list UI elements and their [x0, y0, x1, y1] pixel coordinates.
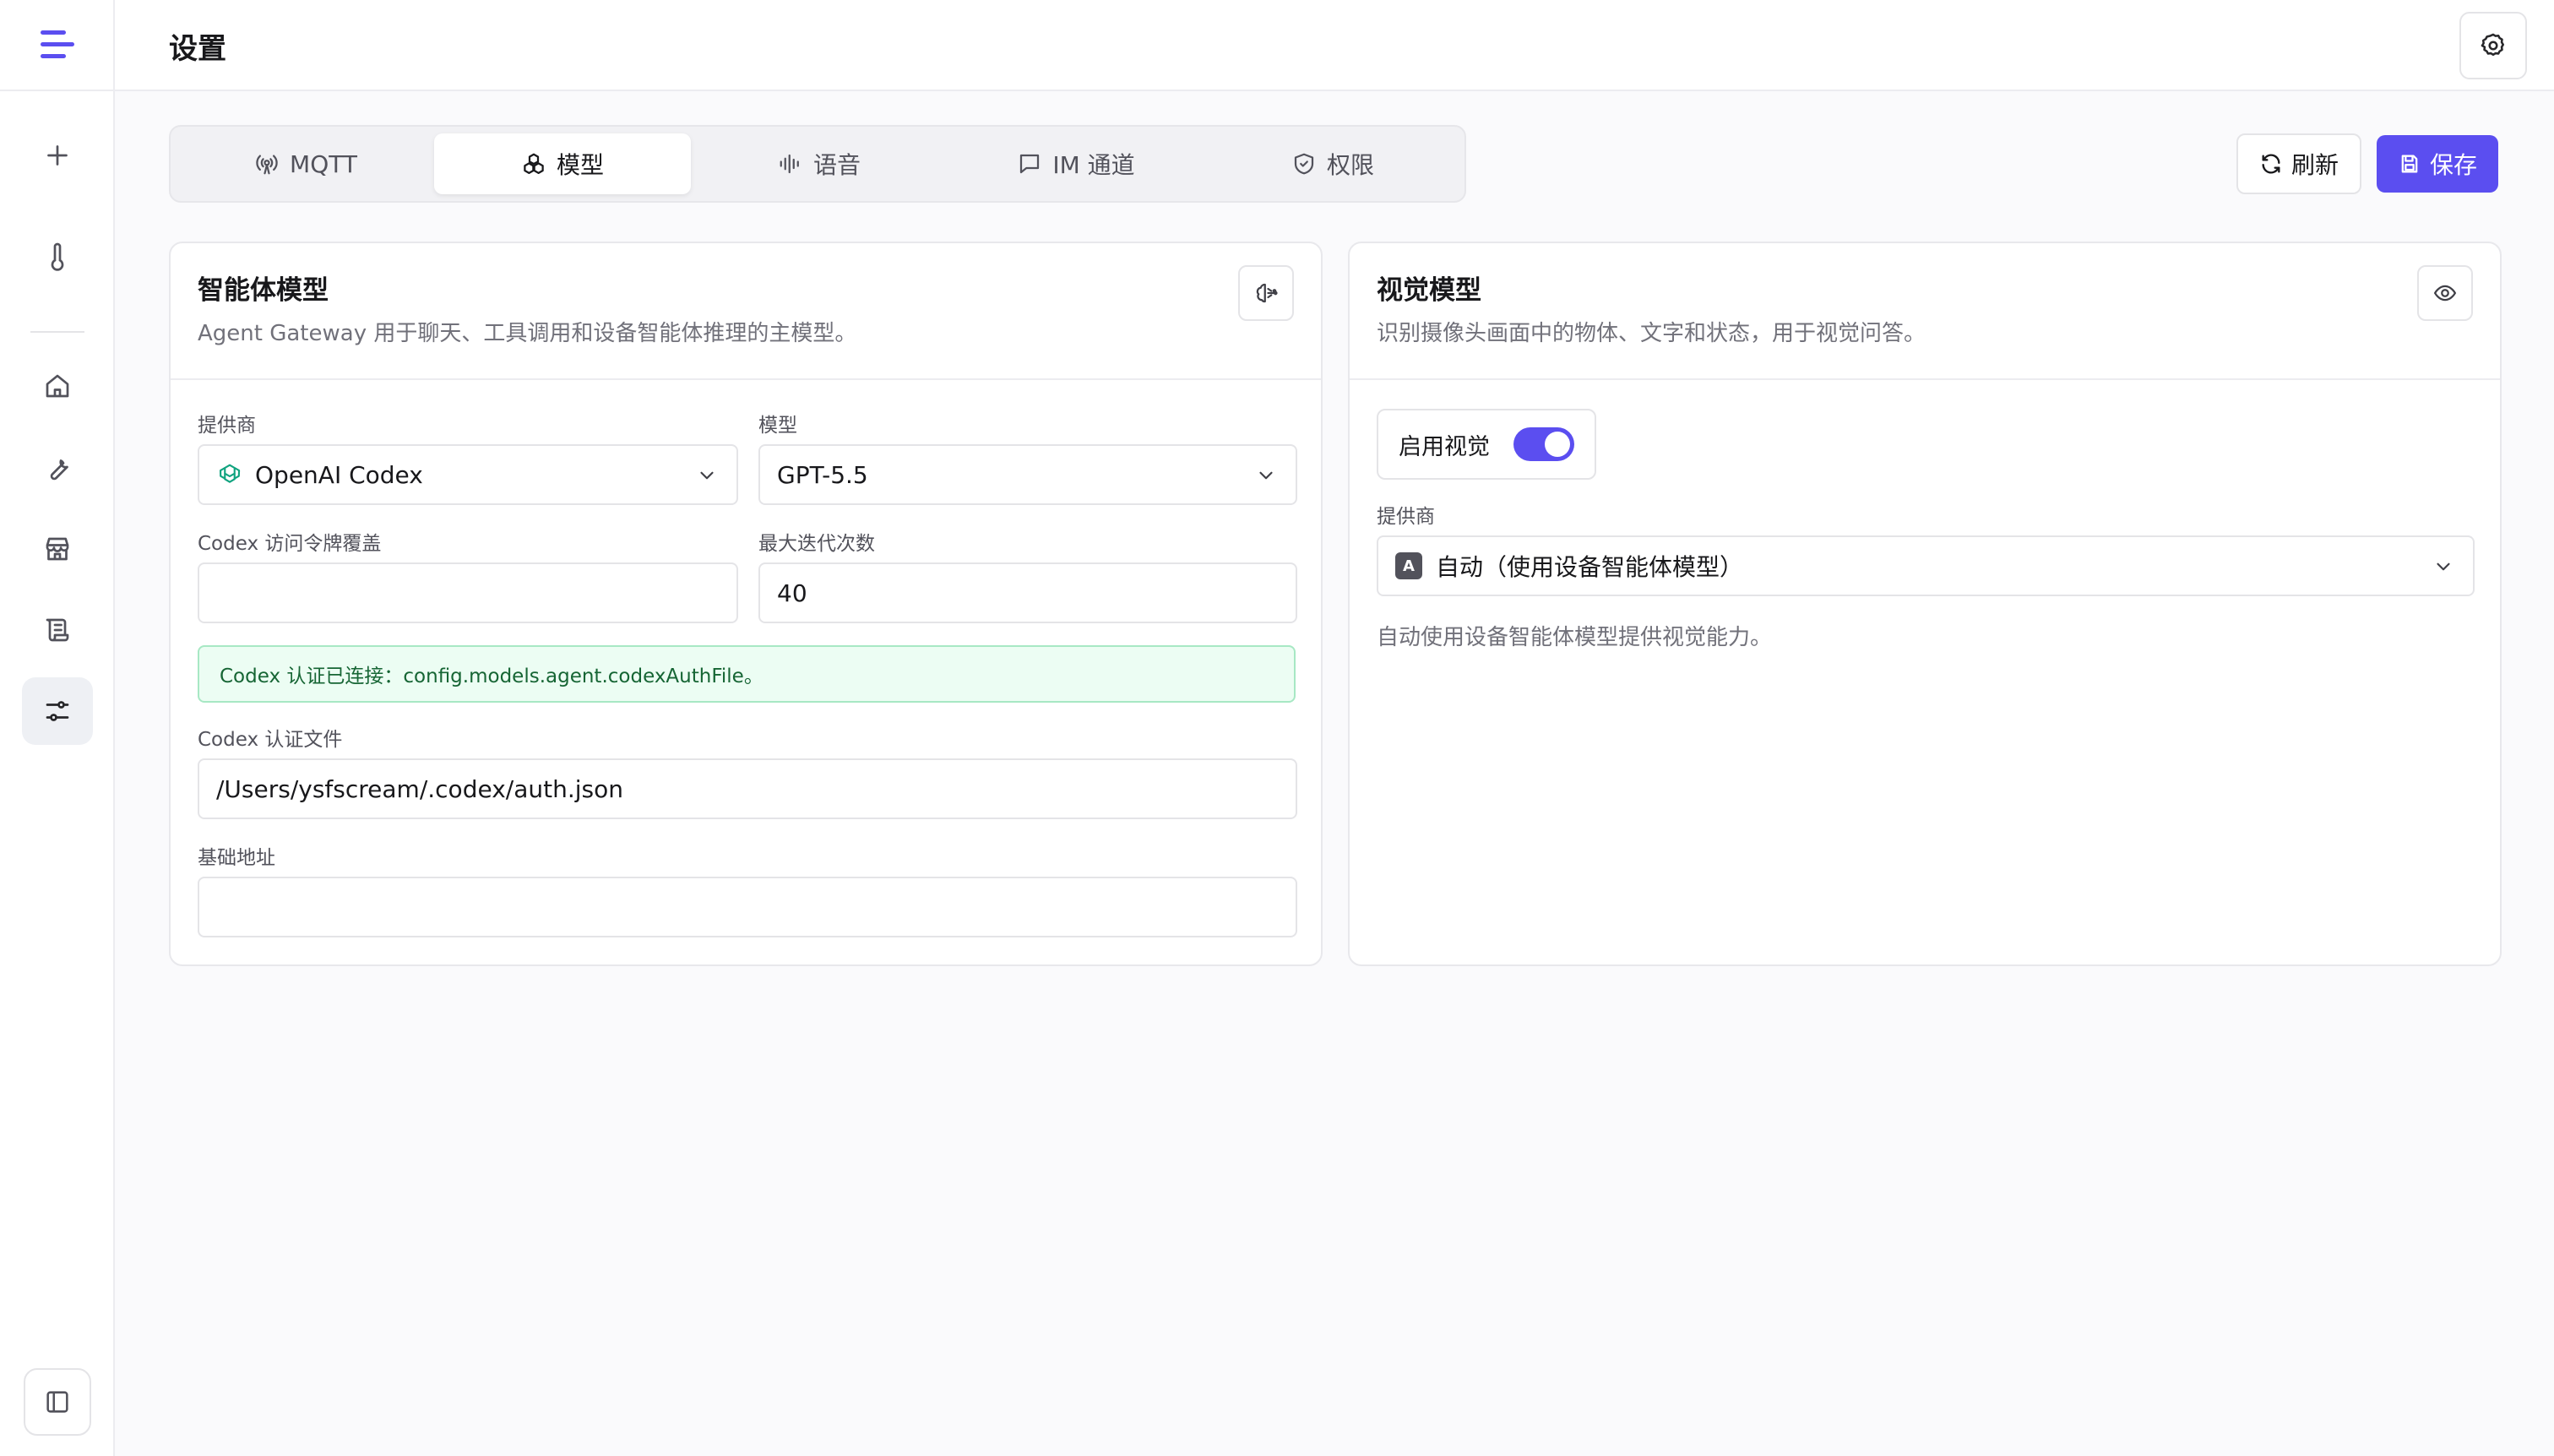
tab-im-channel-label: IM 通道 — [1052, 151, 1135, 179]
save-icon — [2401, 155, 2418, 173]
agent-model-card-header: 智能体模型 Agent Gateway 用于聊天、工具调用和设备智能体推理的主模… — [171, 243, 1321, 380]
model-select-value: GPT-5.5 — [777, 460, 868, 489]
codex-auth-notice-text: Codex 认证已连接：config.models.agent.codexAut… — [220, 666, 763, 687]
chevron-down-icon — [700, 471, 714, 480]
enable-vision-toggle[interactable] — [1513, 427, 1574, 461]
sliders-icon — [46, 701, 69, 721]
vision-provider-hint: 自动使用设备智能体模型提供视觉能力。 — [1377, 625, 1773, 650]
shield-icon — [1294, 153, 1314, 175]
max-iterations-label: 最大迭代次数 — [758, 533, 875, 555]
base-url-label: 基础地址 — [198, 847, 275, 869]
header-settings-button[interactable] — [2459, 12, 2527, 79]
scroll-icon — [46, 618, 69, 642]
thermometer-icon — [51, 242, 64, 271]
agent-model-icon-button[interactable] — [1238, 265, 1294, 321]
openai-logo-icon — [220, 464, 241, 483]
sidebar-header-divider — [0, 90, 113, 91]
auth-file-label: Codex 认证文件 — [198, 729, 343, 751]
tab-voice[interactable]: 语音 — [691, 133, 948, 194]
token-override-input[interactable] — [198, 562, 738, 623]
menu-logo-icon[interactable] — [37, 27, 78, 62]
page-title: 设置 — [169, 32, 226, 66]
tab-mqtt-label: MQTT — [290, 149, 357, 178]
tab-im-channel[interactable]: IM 通道 — [948, 133, 1204, 194]
sidebar-item-logs[interactable] — [22, 596, 93, 664]
panel-left-icon — [46, 1391, 68, 1413]
sidebar-item-sensors[interactable] — [22, 223, 93, 291]
store-icon — [46, 537, 69, 561]
toggle-knob — [1545, 432, 1570, 457]
provider-select-value: OpenAI Codex — [255, 460, 423, 489]
sidebar — [0, 0, 115, 1456]
home-icon — [46, 374, 69, 398]
model-label: 模型 — [758, 415, 797, 437]
save-button[interactable]: 保存 — [2377, 135, 2498, 193]
tab-model-label: 模型 — [556, 151, 604, 179]
vision-model-title: 视觉模型 — [1377, 275, 1481, 306]
sidebar-item-store[interactable] — [22, 515, 93, 583]
codex-auth-notice: Codex 认证已连接：config.models.agent.codexAut… — [198, 645, 1296, 703]
model-icon — [524, 153, 544, 174]
sidebar-collapse-button[interactable] — [24, 1368, 91, 1436]
waveform-icon — [780, 154, 799, 174]
plus-icon — [47, 145, 68, 166]
base-url-input[interactable] — [198, 877, 1297, 937]
enable-vision-control: 启用视觉 — [1377, 409, 1596, 480]
enable-vision-label: 启用视觉 — [1399, 433, 1490, 460]
refresh-button[interactable]: 刷新 — [2236, 133, 2361, 194]
tab-mqtt[interactable]: MQTT — [177, 133, 434, 194]
sidebar-item-tools[interactable] — [22, 434, 93, 502]
model-select[interactable]: GPT-5.5 — [758, 444, 1297, 505]
save-button-label: 保存 — [2429, 151, 2477, 179]
chat-icon — [1020, 154, 1040, 174]
vision-model-description: 识别摄像头画面中的物体、文字和状态，用于视觉问答。 — [1377, 321, 1926, 346]
sidebar-item-home[interactable] — [22, 352, 93, 420]
max-iterations-value: 40 — [777, 579, 807, 607]
agent-model-title: 智能体模型 — [198, 275, 329, 306]
vision-model-card-header: 视觉模型 识别摄像头画面中的物体、文字和状态，用于视觉问答。 — [1350, 243, 2500, 380]
auto-badge-icon: A — [1395, 552, 1422, 579]
token-override-label: Codex 访问令牌覆盖 — [198, 533, 382, 555]
tab-permissions[interactable]: 权限 — [1204, 133, 1461, 194]
brain-icon — [1256, 283, 1278, 303]
auth-file-input[interactable]: /Users/ysfscream/.codex/auth.json — [198, 758, 1297, 819]
provider-select[interactable]: OpenAI Codex — [198, 444, 738, 505]
chevron-down-icon — [1259, 471, 1273, 480]
chevron-down-icon — [2437, 562, 2450, 571]
agent-model-description: Agent Gateway 用于聊天、工具调用和设备智能体推理的主模型。 — [198, 321, 857, 346]
gear-icon — [2481, 33, 2505, 57]
max-iterations-input[interactable]: 40 — [758, 562, 1297, 623]
tab-permissions-label: 权限 — [1326, 151, 1374, 179]
vision-provider-select[interactable]: A 自动（使用设备智能体模型） — [1377, 535, 2475, 596]
wrench-icon — [50, 459, 68, 481]
vision-provider-value: 自动（使用设备智能体模型） — [1436, 553, 1744, 581]
top-header: 设置 — [115, 0, 2554, 91]
auth-file-value: /Users/ysfscream/.codex/auth.json — [216, 774, 623, 803]
refresh-button-label: 刷新 — [2290, 151, 2339, 179]
sidebar-new-button[interactable] — [22, 122, 93, 189]
vision-provider-label: 提供商 — [1377, 506, 1435, 528]
eye-icon — [2433, 285, 2457, 302]
settings-tabs: MQTT 模型 语音 IM 通道 权限 — [169, 125, 1466, 203]
provider-label: 提供商 — [198, 415, 256, 437]
agent-model-card: 智能体模型 Agent Gateway 用于聊天、工具调用和设备智能体推理的主模… — [169, 242, 1323, 966]
vision-model-card: 视觉模型 识别摄像头画面中的物体、文字和状态，用于视觉问答。 启用视觉 提供商 … — [1348, 242, 2502, 966]
tab-voice-label: 语音 — [812, 151, 861, 179]
vision-model-icon-button[interactable] — [2417, 265, 2473, 321]
refresh-icon — [2262, 154, 2280, 174]
sidebar-item-settings[interactable] — [22, 677, 93, 745]
sidebar-divider — [30, 331, 84, 333]
broadcast-icon — [256, 155, 278, 175]
tab-model[interactable]: 模型 — [434, 133, 691, 194]
